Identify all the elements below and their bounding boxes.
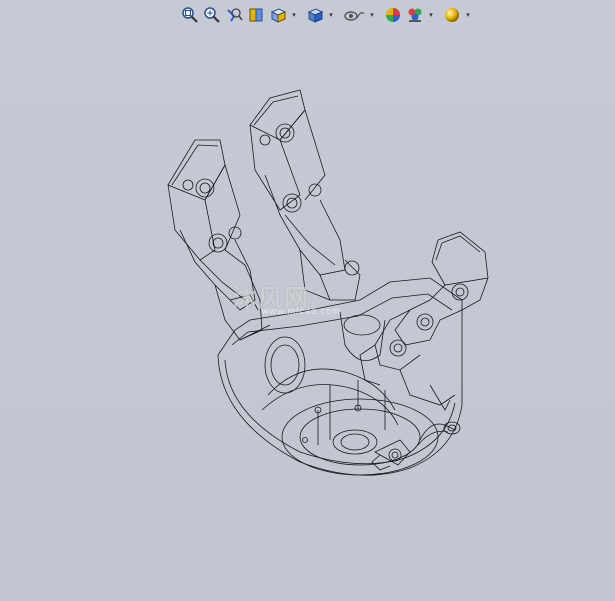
display-style-dropdown-icon[interactable]: ▾ [327,4,335,26]
finger-middle [249,89,361,301]
view-settings-icon[interactable] [442,4,462,26]
wireframe-robot-hand-model[interactable] [160,85,500,485]
view-orientation-icon[interactable] [268,4,288,26]
heads-up-view-toolbar: ▾ ▾ ▾ ▾ ▾ [180,3,472,27]
section-view-icon[interactable] [246,4,266,26]
view-settings-dropdown-icon[interactable]: ▾ [464,4,472,26]
watermark-url: www.mfcad.com [262,306,341,316]
apply-scene-dropdown-icon[interactable]: ▾ [427,4,435,26]
display-style-icon[interactable] [305,4,325,26]
view-orientation-dropdown-icon[interactable]: ▾ [290,4,298,26]
hide-show-dropdown-icon[interactable]: ▾ [368,4,376,26]
zoom-to-fit-icon[interactable] [180,4,200,26]
graphics-viewport[interactable]: ▾ ▾ ▾ ▾ ▾ 沐风网 www.mfcad.com [0,0,615,601]
hide-show-items-icon[interactable] [342,4,366,26]
finger-thumb [359,231,489,411]
previous-view-icon[interactable] [224,4,244,26]
apply-scene-icon[interactable] [405,4,425,26]
zoom-to-area-icon[interactable] [202,4,222,26]
edit-appearance-icon[interactable] [383,4,403,26]
